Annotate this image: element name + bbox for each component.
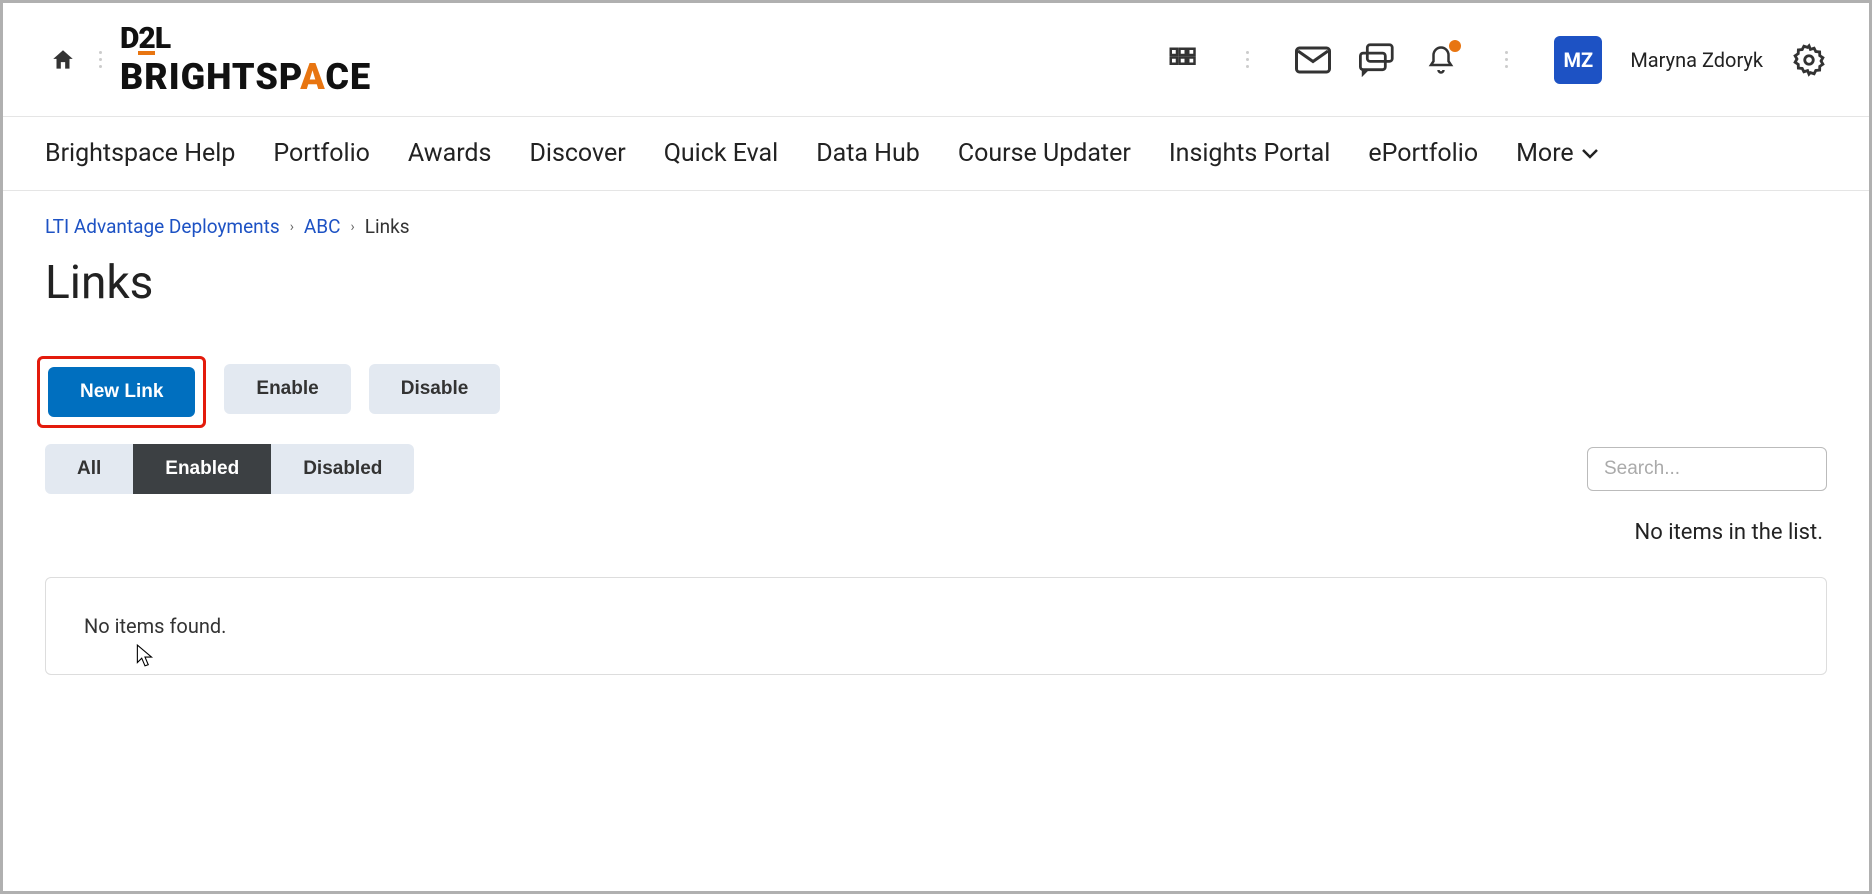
nav-quick-eval[interactable]: Quick Eval — [664, 139, 779, 168]
nav-portfolio[interactable]: Portfolio — [273, 139, 370, 168]
enable-button[interactable]: Enable — [224, 364, 350, 414]
nav-discover[interactable]: Discover — [529, 139, 625, 168]
filter-all[interactable]: All — [45, 444, 133, 494]
nav-eportfolio[interactable]: ePortfolio — [1368, 139, 1478, 168]
nav-insights-portal[interactable]: Insights Portal — [1169, 139, 1331, 168]
gear-icon[interactable] — [1791, 42, 1827, 78]
nav-awards[interactable]: Awards — [408, 139, 492, 168]
search-input[interactable] — [1604, 458, 1849, 480]
main-nav: Brightspace Help Portfolio Awards Discov… — [3, 117, 1869, 191]
divider-dots — [1246, 51, 1249, 68]
apps-grid-icon[interactable] — [1164, 42, 1200, 78]
logo-text-right: CE — [325, 56, 371, 98]
chat-icon[interactable] — [1359, 42, 1395, 78]
no-items-label: No items in the list. — [45, 520, 1827, 545]
search-box[interactable] — [1587, 447, 1827, 491]
top-bar-right: MZ Maryna Zdoryk — [1164, 36, 1827, 84]
empty-message: No items found. — [84, 614, 226, 638]
page-title: Links — [45, 256, 1827, 310]
breadcrumb-sep: › — [290, 219, 294, 235]
brand-logo[interactable]: D2L BRIGHTSPACE — [120, 24, 371, 96]
username-label[interactable]: Maryna Zdoryk — [1630, 48, 1763, 72]
new-link-button[interactable]: New Link — [48, 367, 195, 417]
breadcrumb-current: Links — [365, 215, 410, 238]
avatar[interactable]: MZ — [1554, 36, 1602, 84]
divider-dots — [1505, 51, 1508, 68]
empty-state-card: No items found. — [45, 577, 1827, 675]
divider-dots — [99, 51, 102, 68]
home-icon[interactable] — [45, 42, 81, 78]
nav-course-updater[interactable]: Course Updater — [958, 139, 1131, 168]
logo-text-left: BRIGHTSP — [120, 56, 300, 98]
nav-more[interactable]: More — [1516, 139, 1598, 168]
filter-disabled[interactable]: Disabled — [271, 444, 414, 494]
chevron-down-icon — [1582, 149, 1598, 159]
nav-brightspace-help[interactable]: Brightspace Help — [45, 139, 235, 168]
nav-more-label: More — [1516, 139, 1574, 168]
logo-text-a: A — [300, 56, 325, 98]
content-area: LTI Advantage Deployments › ABC › Links … — [3, 191, 1869, 699]
breadcrumb-lti[interactable]: LTI Advantage Deployments — [45, 215, 280, 238]
mail-icon[interactable] — [1295, 42, 1331, 78]
action-row: New Link Enable Disable — [45, 356, 1827, 428]
filter-enabled[interactable]: Enabled — [133, 444, 271, 494]
top-bar: D2L BRIGHTSPACE MZ Maryna Zdoryk — [3, 3, 1869, 117]
highlight-new-link: New Link — [37, 356, 206, 428]
breadcrumb: LTI Advantage Deployments › ABC › Links — [45, 215, 1827, 238]
bell-icon[interactable] — [1423, 42, 1459, 78]
filter-segments: All Enabled Disabled — [45, 444, 414, 494]
nav-data-hub[interactable]: Data Hub — [816, 139, 920, 168]
disable-button[interactable]: Disable — [369, 364, 501, 414]
notification-dot — [1449, 40, 1461, 52]
breadcrumb-sep: › — [351, 219, 355, 235]
filter-row: All Enabled Disabled — [45, 444, 1827, 494]
breadcrumb-abc[interactable]: ABC — [304, 215, 341, 238]
